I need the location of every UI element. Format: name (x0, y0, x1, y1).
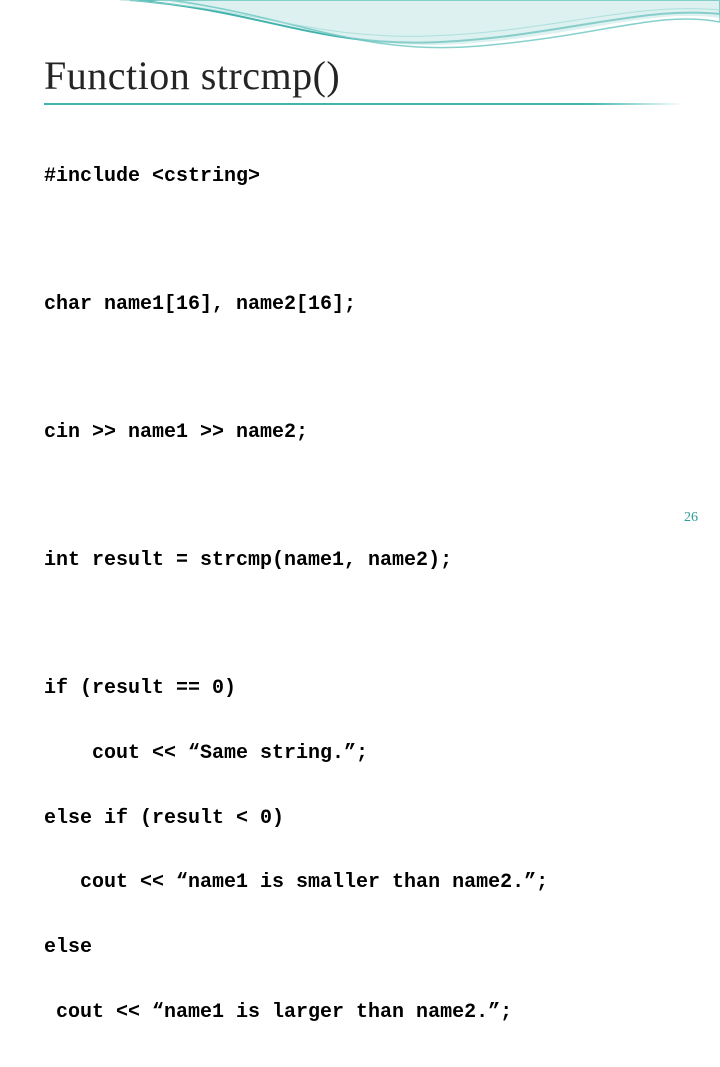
code-line: else if (result < 0) (44, 808, 676, 830)
code-block: #include <cstring> char name1[16], name2… (44, 123, 676, 1067)
slide-title: Function strcmp() (44, 52, 676, 99)
code-line: cout << “name1 is larger than name2.”; (44, 1002, 676, 1024)
page-number: 26 (684, 510, 698, 526)
code-line: cout << “Same string.”; (44, 743, 676, 765)
code-line: cin >> name1 >> name2; (44, 422, 676, 444)
code-line: char name1[16], name2[16]; (44, 294, 676, 316)
title-underline (44, 103, 684, 105)
code-line: cout << “name1 is smaller than name2.”; (44, 872, 676, 894)
code-line: else (44, 937, 676, 959)
code-line: if (result == 0) (44, 678, 676, 700)
slide-content: Function strcmp() #include <cstring> cha… (0, 0, 720, 1067)
code-line: #include <cstring> (44, 166, 676, 188)
code-line: int result = strcmp(name1, name2); (44, 550, 676, 572)
